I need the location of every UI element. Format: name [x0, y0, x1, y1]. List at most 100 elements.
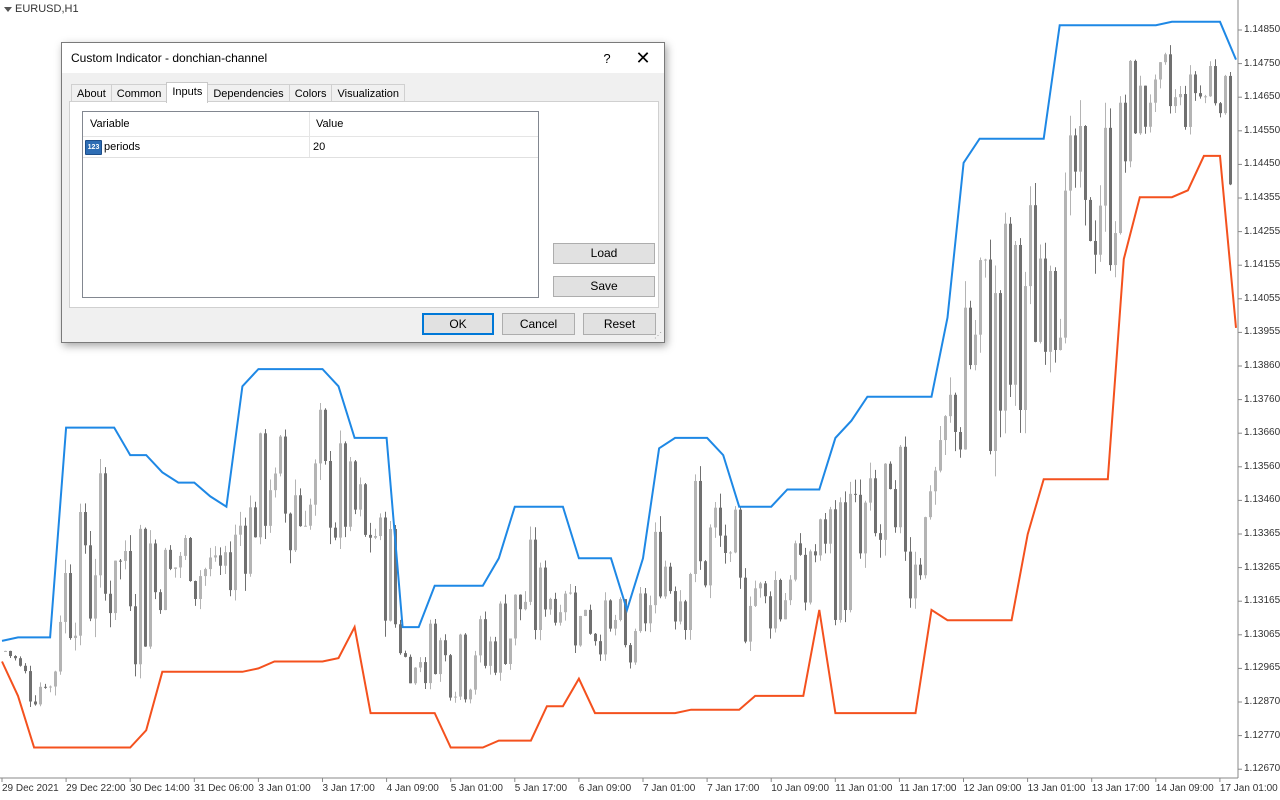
candle-body — [339, 443, 342, 538]
candle-body — [264, 433, 267, 526]
header-value[interactable]: Value — [316, 118, 343, 130]
candle-body — [1144, 85, 1147, 127]
tab-inputs[interactable]: Inputs — [166, 82, 209, 103]
candle-body — [1224, 75, 1227, 114]
y-tick-label: 1.14155 — [1244, 259, 1280, 271]
x-tick-label: 17 Jan 01:00 — [1219, 783, 1278, 794]
candle-body — [644, 593, 647, 624]
candle-body — [504, 603, 507, 665]
candle-body — [639, 593, 642, 632]
candle-body — [714, 507, 717, 528]
x-tick-label: 13 Jan 17:00 — [1091, 783, 1150, 794]
candle-body — [1204, 96, 1207, 98]
candle-body — [739, 509, 742, 578]
x-tick-label: 11 Jan 01:00 — [835, 783, 893, 794]
candle-body — [799, 543, 802, 555]
candle-body — [759, 583, 762, 589]
candle-body — [934, 470, 937, 492]
candle-body — [84, 512, 87, 546]
candle-body — [904, 446, 907, 552]
cancel-button[interactable]: Cancel — [502, 313, 575, 335]
candle-body — [539, 567, 542, 631]
candle-body — [34, 701, 37, 705]
candle-body — [774, 579, 777, 629]
x-tick-label: 7 Jan 01:00 — [643, 783, 696, 794]
candle-body — [649, 605, 652, 624]
candle-body — [379, 517, 382, 537]
candle-body — [764, 583, 767, 597]
candle-body — [749, 605, 752, 642]
candle-body — [404, 653, 407, 657]
candle-body — [729, 552, 732, 554]
candle-body — [619, 599, 622, 620]
candle-body — [669, 566, 672, 592]
variable-value[interactable]: 20 — [313, 141, 325, 153]
x-tick-label: 11 Jan 17:00 — [899, 783, 957, 794]
candle-body — [1034, 205, 1037, 342]
header-variable[interactable]: Variable — [90, 118, 130, 130]
symbol-label[interactable]: EURUSD,H1 — [4, 3, 79, 15]
candle-body — [429, 623, 432, 684]
candle-body — [1089, 199, 1092, 241]
candle-body — [979, 260, 982, 335]
candle-body — [1079, 126, 1082, 172]
candle-body — [1134, 60, 1137, 134]
candle-body — [809, 551, 812, 603]
x-tick-label: 10 Jan 09:00 — [771, 783, 830, 794]
candle-body — [489, 641, 492, 666]
candle-body — [654, 531, 657, 606]
candle-body — [44, 686, 47, 688]
load-button[interactable]: Load — [553, 243, 655, 264]
candle-body — [1169, 54, 1172, 107]
candle-body — [974, 334, 977, 366]
candle-body — [29, 671, 32, 702]
candle-body — [1174, 97, 1177, 107]
candle-body — [1029, 205, 1032, 287]
candle-body — [149, 543, 152, 647]
ok-button[interactable]: OK — [422, 313, 494, 335]
resize-grip-icon[interactable]: ⋰ — [654, 332, 662, 340]
y-tick-label: 1.13560 — [1244, 460, 1280, 472]
candle-body — [984, 259, 987, 261]
candle-body — [369, 534, 372, 538]
dialog-titlebar[interactable]: Custom Indicator - donchian-channel ? ✕ — [62, 43, 664, 73]
candle-body — [289, 513, 292, 551]
candle-body — [719, 507, 722, 536]
candle-body — [804, 554, 807, 603]
candle-body — [519, 594, 522, 610]
candle-body — [999, 293, 1002, 411]
candle-body — [784, 600, 787, 620]
candle-body — [529, 539, 532, 602]
close-button[interactable]: ✕ — [620, 43, 666, 73]
candle-body — [744, 577, 747, 642]
candle-body — [1059, 337, 1062, 350]
y-tick-label: 1.14550 — [1244, 124, 1280, 136]
x-tick-label: 12 Jan 09:00 — [963, 783, 1022, 794]
save-button[interactable]: Save — [553, 276, 655, 297]
candle-body — [789, 579, 792, 601]
candle-body — [399, 624, 402, 654]
table-row[interactable]: 123 periods 20 — [83, 137, 538, 158]
candle-body — [1149, 102, 1152, 127]
candle-body — [854, 493, 857, 495]
candle-body — [494, 641, 497, 673]
candle-body — [294, 495, 297, 551]
candle-body — [114, 560, 117, 614]
candle-body — [39, 686, 42, 705]
candle-body — [1214, 66, 1217, 104]
candle-body — [954, 394, 957, 432]
reset-button[interactable]: Reset — [583, 313, 656, 335]
x-tick-label: 13 Jan 01:00 — [1027, 783, 1086, 794]
y-tick-label: 1.14650 — [1244, 91, 1280, 103]
candle-body — [249, 507, 252, 574]
candle-body — [214, 555, 217, 558]
dropdown-arrow-icon[interactable] — [4, 6, 12, 12]
candle-body — [24, 665, 27, 672]
candle-body — [439, 640, 442, 675]
inputs-grid[interactable]: Variable Value 123 periods 20 — [82, 111, 539, 298]
x-tick-label: 3 Jan 17:00 — [322, 783, 375, 794]
candle-body — [549, 598, 552, 610]
x-tick-label: 29 Dec 2021 — [2, 783, 59, 794]
candle-body — [874, 478, 877, 534]
y-tick-label: 1.12965 — [1244, 662, 1280, 674]
